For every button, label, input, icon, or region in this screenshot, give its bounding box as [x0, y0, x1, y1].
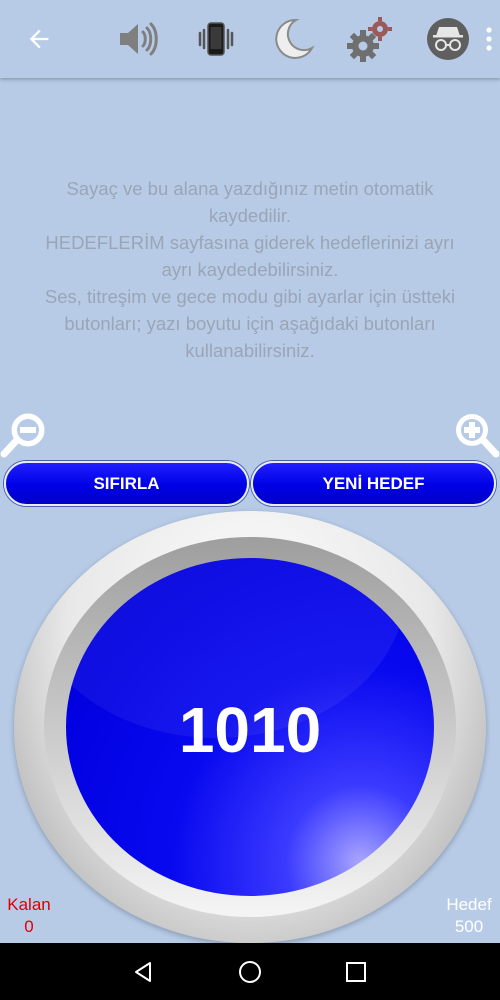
reset-button-label: SIFIRLA — [93, 473, 160, 493]
target-stat: Hedef 500 — [440, 894, 498, 938]
new-goal-button-label: YENİ HEDEF — [322, 473, 425, 493]
info-text[interactable]: Sayaç ve bu alana yazdığınız metin otoma… — [0, 175, 500, 364]
info-line: Sayaç ve bu alana yazdığınız metin otoma… — [66, 178, 434, 199]
new-goal-button[interactable]: YENİ HEDEF — [251, 461, 496, 506]
speaker-icon[interactable] — [113, 14, 163, 64]
nav-home-icon[interactable] — [227, 949, 273, 995]
zoom-in-icon[interactable] — [450, 410, 500, 460]
info-line: ayrı kaydedebilirsiniz. — [161, 259, 339, 280]
remaining-value: 0 — [24, 917, 34, 936]
overflow-menu-icon[interactable] — [478, 14, 500, 64]
nav-back-icon[interactable] — [120, 949, 166, 995]
info-line: HEDEFLERİM sayfasına giderek hedeflerini… — [45, 232, 455, 253]
target-label: Hedef — [446, 895, 492, 914]
moon-icon[interactable] — [268, 14, 318, 64]
back-arrow-icon[interactable] — [14, 14, 64, 64]
info-line: kullanabilirsiniz. — [185, 340, 315, 361]
incognito-icon[interactable] — [423, 14, 473, 64]
zoom-out-icon[interactable] — [0, 410, 50, 460]
info-line: butonları; yazı boyutu için aşağıdaki bu… — [64, 313, 436, 334]
remaining-label: Kalan — [7, 895, 51, 914]
system-navigation-bar — [0, 943, 500, 1000]
vibrate-icon[interactable] — [191, 14, 241, 64]
remaining-stat: Kalan 0 — [4, 894, 54, 938]
top-toolbar — [0, 0, 500, 78]
nav-recents-icon[interactable] — [333, 949, 379, 995]
info-line: kaydedilir. — [208, 205, 292, 226]
reset-button[interactable]: SIFIRLA — [4, 461, 249, 506]
info-line: Ses, titreşim ve gece modu gibi ayarlar … — [44, 286, 456, 307]
target-value: 500 — [454, 917, 484, 936]
counter-value: 1010 — [178, 694, 322, 766]
gears-icon[interactable] — [345, 14, 395, 64]
